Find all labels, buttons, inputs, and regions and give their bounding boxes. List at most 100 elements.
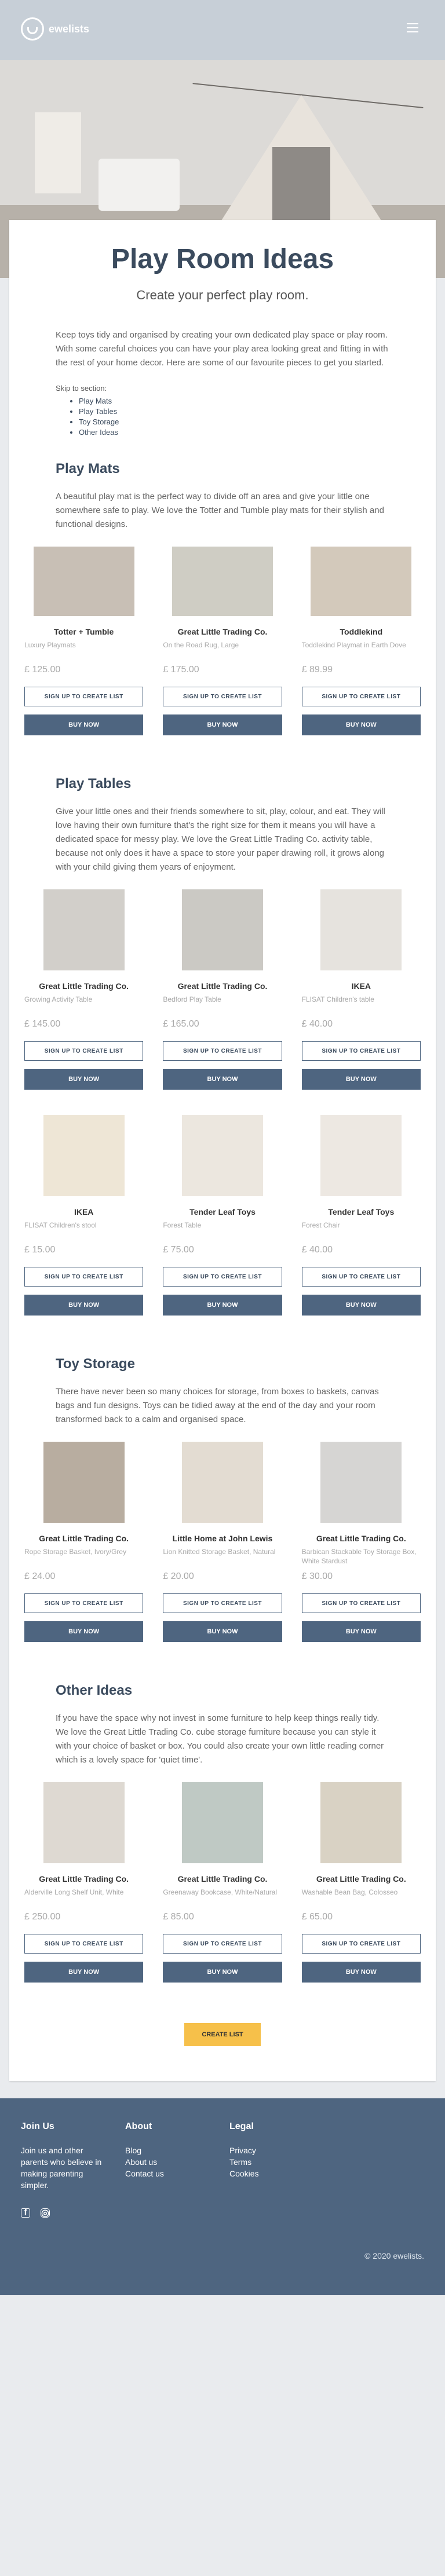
product-name: Greenaway Bookcase, White/Natural xyxy=(163,1888,278,1896)
buy-now-button[interactable]: BUY NOW xyxy=(301,1621,421,1642)
footer-link[interactable]: Blog xyxy=(125,2145,229,2156)
sign-up-button[interactable]: SIGN UP TO CREATE LIST xyxy=(163,1267,282,1287)
product-image[interactable] xyxy=(43,1115,125,1196)
page-title: Play Room Ideas xyxy=(111,244,334,274)
skip-link[interactable]: Toy Storage xyxy=(79,417,119,426)
product-image[interactable] xyxy=(172,547,273,616)
sign-up-button[interactable]: SIGN UP TO CREATE LIST xyxy=(24,687,144,706)
create-list-button[interactable]: CREATE LIST xyxy=(184,2023,261,2046)
buy-now-button[interactable]: BUY NOW xyxy=(163,1295,282,1316)
product-image[interactable] xyxy=(181,1782,263,1863)
footer-link[interactable]: Terms xyxy=(229,2156,334,2168)
product-name: Alderville Long Shelf Unit, White xyxy=(24,1888,124,1896)
footer-link[interactable]: About us xyxy=(125,2156,229,2168)
skip-link[interactable]: Other Ideas xyxy=(79,428,118,437)
product-card: IKEA FLISAT Children's table £ 40.00 SIGN U… xyxy=(301,889,421,1090)
product-image[interactable] xyxy=(43,889,125,970)
footer-join: Join Us Join us and other parents who be… xyxy=(21,2121,125,2191)
buy-now-button[interactable]: BUY NOW xyxy=(24,1069,144,1090)
intro-text: Keep toys tidy and organised by creating… xyxy=(56,330,388,368)
buy-now-button[interactable]: BUY NOW xyxy=(301,1069,421,1090)
product-image[interactable] xyxy=(33,547,134,616)
buy-now-button[interactable]: BUY NOW xyxy=(301,1962,421,1983)
logo-icon xyxy=(21,17,44,41)
product-brand: IKEA xyxy=(351,981,371,991)
product-name: Forest Table xyxy=(163,1221,202,1229)
section-description: Give your little ones and their friends … xyxy=(56,807,385,872)
copyright: © 2020 ewelists. xyxy=(364,2251,424,2260)
buy-now-button[interactable]: BUY NOW xyxy=(163,1621,282,1642)
sign-up-button[interactable]: SIGN UP TO CREATE LIST xyxy=(301,687,421,706)
product-price: £ 20.00 xyxy=(163,1571,194,1581)
sign-up-button[interactable]: SIGN UP TO CREATE LIST xyxy=(163,1934,282,1954)
page-subtitle: Create your perfect play room. xyxy=(136,288,309,302)
section-title: Play Mats xyxy=(56,461,120,477)
buy-now-button[interactable]: BUY NOW xyxy=(163,1962,282,1983)
instagram-icon[interactable]: ◎ xyxy=(41,2208,50,2218)
product-name: Forest Chair xyxy=(301,1221,340,1229)
sign-up-button[interactable]: SIGN UP TO CREATE LIST xyxy=(24,1267,144,1287)
sign-up-button[interactable]: SIGN UP TO CREATE LIST xyxy=(301,1041,421,1061)
footer-link[interactable]: Contact us xyxy=(125,2168,229,2179)
buy-now-button[interactable]: BUY NOW xyxy=(301,1295,421,1316)
product-price: £ 40.00 xyxy=(301,1019,333,1029)
facebook-icon[interactable]: f xyxy=(21,2208,30,2218)
product-price: £ 24.00 xyxy=(24,1571,56,1581)
sign-up-button[interactable]: SIGN UP TO CREATE LIST xyxy=(163,687,282,706)
section: Play Mats A beautiful play mat is the per… xyxy=(9,461,436,735)
buy-now-button[interactable]: BUY NOW xyxy=(163,1069,282,1090)
sign-up-button[interactable]: SIGN UP TO CREATE LIST xyxy=(163,1593,282,1613)
product-brand: Little Home at John Lewis xyxy=(172,1534,273,1543)
product-name: FLISAT Children's stool xyxy=(24,1221,97,1229)
product-image[interactable] xyxy=(320,889,402,970)
section-title: Toy Storage xyxy=(56,1356,135,1372)
product-image[interactable] xyxy=(43,1442,125,1523)
brand-logo[interactable]: ewelists xyxy=(21,17,89,41)
sign-up-button[interactable]: SIGN UP TO CREATE LIST xyxy=(301,1934,421,1954)
product-image[interactable] xyxy=(320,1115,402,1196)
buy-now-button[interactable]: BUY NOW xyxy=(24,714,144,735)
footer-link[interactable]: Cookies xyxy=(229,2168,334,2179)
skip-link[interactable]: Play Mats xyxy=(79,397,112,405)
section-description: If you have the space why not invest in … xyxy=(56,1713,384,1765)
product-price: £ 165.00 xyxy=(163,1019,199,1029)
product-image[interactable] xyxy=(311,547,412,616)
sign-up-button[interactable]: SIGN UP TO CREATE LIST xyxy=(163,1041,282,1061)
footer-legal: Legal Privacy Terms Cookies xyxy=(229,2121,334,2191)
sign-up-button[interactable]: SIGN UP TO CREATE LIST xyxy=(24,1041,144,1061)
product-card: Great Little Trading Co. On the Road Rug,… xyxy=(163,547,282,735)
content-card: Play Room Ideas Create your perfect play… xyxy=(9,220,436,2081)
product-price: £ 75.00 xyxy=(163,1245,194,1255)
skip-link-item: Other Ideas xyxy=(79,427,389,438)
product-card: IKEA FLISAT Children's stool £ 15.00 SIGN U… xyxy=(24,1115,144,1316)
sign-up-button[interactable]: SIGN UP TO CREATE LIST xyxy=(24,1934,144,1954)
buy-now-button[interactable]: BUY NOW xyxy=(24,1295,144,1316)
buy-now-button[interactable]: BUY NOW xyxy=(163,714,282,735)
sign-up-button[interactable]: SIGN UP TO CREATE LIST xyxy=(301,1267,421,1287)
product-card: Totter + Tumble Luxury Playmats £ 125.00 SI… xyxy=(24,547,144,735)
product-image[interactable] xyxy=(320,1782,402,1863)
product-image[interactable] xyxy=(181,1442,263,1523)
product-price: £ 30.00 xyxy=(301,1571,333,1581)
product-image[interactable] xyxy=(43,1782,125,1863)
product-image[interactable] xyxy=(181,889,263,970)
menu-icon[interactable] xyxy=(407,23,418,35)
product-brand: Tender Leaf Toys xyxy=(189,1207,256,1216)
product-card: Great Little Trading Co. Alderville Long … xyxy=(24,1782,144,1983)
product-image[interactable] xyxy=(181,1115,263,1196)
product-name: Rope Storage Basket, Ivory/Grey xyxy=(24,1548,127,1556)
product-brand: IKEA xyxy=(74,1207,94,1216)
sign-up-button[interactable]: SIGN UP TO CREATE LIST xyxy=(24,1593,144,1613)
skip-link[interactable]: Play Tables xyxy=(79,407,117,416)
skip-link-item: Toy Storage xyxy=(79,417,389,427)
product-card: Little Home at John Lewis Lion Knitted St… xyxy=(163,1442,282,1642)
product-card: Great Little Trading Co. Greenaway Bookca… xyxy=(163,1782,282,1983)
buy-now-button[interactable]: BUY NOW xyxy=(24,1962,144,1983)
buy-now-button[interactable]: BUY NOW xyxy=(24,1621,144,1642)
footer-link[interactable]: Privacy xyxy=(229,2145,334,2156)
product-price: £ 15.00 xyxy=(24,1245,56,1255)
sign-up-button[interactable]: SIGN UP TO CREATE LIST xyxy=(301,1593,421,1613)
product-image[interactable] xyxy=(320,1442,402,1523)
section-description: A beautiful play mat is the perfect way … xyxy=(56,492,384,529)
buy-now-button[interactable]: BUY NOW xyxy=(301,714,421,735)
